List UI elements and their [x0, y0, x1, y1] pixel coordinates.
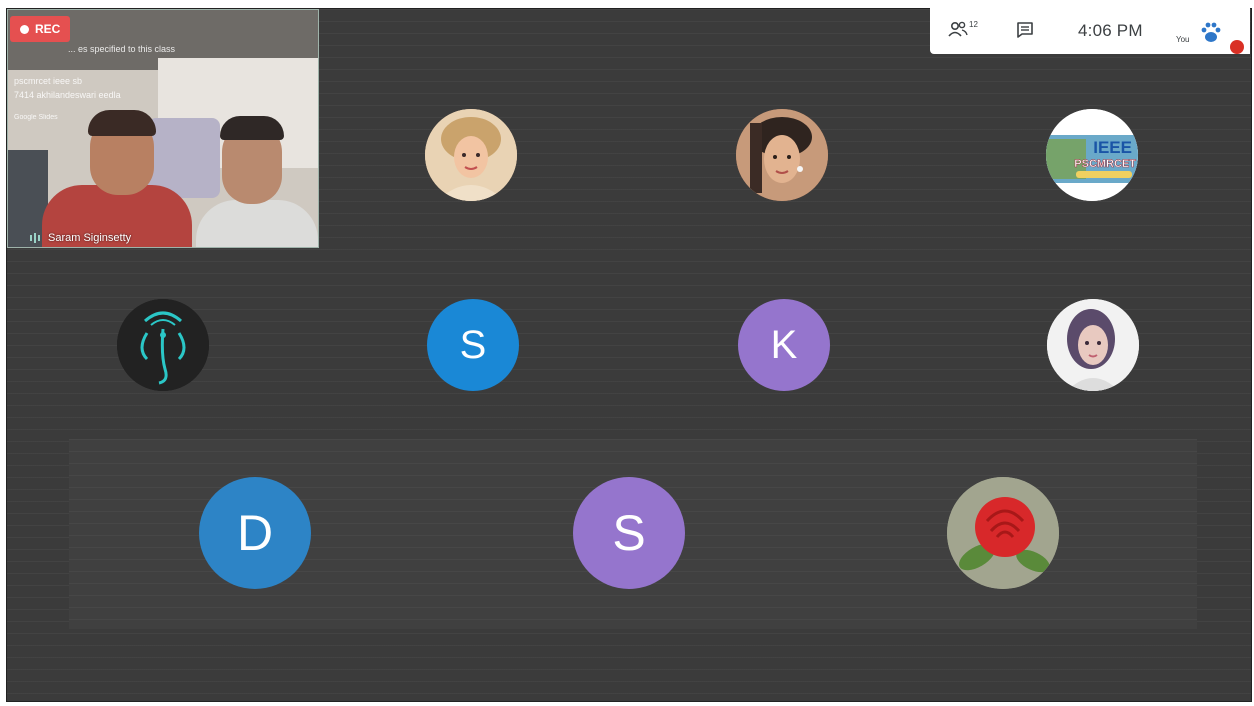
participant-avatar-2[interactable]: [736, 109, 828, 201]
mic-activity-icon: [30, 233, 40, 243]
recording-label: REC: [35, 22, 61, 36]
meeting-clock: 4:06 PM: [1078, 21, 1143, 40]
chat-icon: [1017, 22, 1033, 38]
people-count: 12: [969, 20, 978, 29]
participant-avatar-4[interactable]: [117, 299, 209, 391]
avatar-initial: D: [236, 505, 274, 561]
participant-avatar-9[interactable]: S: [573, 477, 685, 589]
ganesha-art: [117, 299, 209, 391]
video-overlay-text: ... es specified to this class: [68, 44, 176, 54]
top-bar: 12 4:06 PM You: [930, 8, 1250, 54]
you-label: You: [1176, 35, 1190, 44]
video-person-hair: [88, 110, 156, 136]
participant-avatar-6[interactable]: K: [738, 299, 830, 391]
recording-badge: REC: [10, 16, 71, 42]
video-overlay-text: 7414 akhilandeswari eedla: [14, 90, 121, 100]
profile-photo-woman: [425, 109, 517, 201]
profile-photo-woman: [1047, 299, 1139, 391]
avatar-initial: S: [612, 505, 646, 561]
video-person-body: [196, 200, 318, 247]
ieee-logo: IEEE PSCMRCET: [1046, 109, 1138, 201]
video-person-hair: [220, 116, 284, 140]
video-overlay-text: pscmrcet ieee sb: [14, 76, 83, 86]
self-video-tile[interactable]: ... es specified to this class pscmrcet …: [8, 10, 318, 247]
svg-text:PSCMRCET: PSCMRCET: [1074, 158, 1136, 170]
paw-print-icon: [1197, 19, 1225, 47]
participant-name: Saram Siginsetty: [48, 232, 132, 244]
participant-avatar-10[interactable]: [947, 477, 1059, 589]
avatar-initial: K: [770, 322, 798, 367]
profile-photo-woman: [736, 109, 828, 201]
participant-name-label: Saram Siginsetty: [30, 232, 131, 244]
mic-off-icon: [1230, 40, 1244, 54]
rose-flower: [947, 477, 1059, 589]
participant-avatar-8[interactable]: D: [199, 477, 311, 589]
participant-avatar-1[interactable]: [425, 109, 517, 201]
participant-avatar-7[interactable]: [1047, 299, 1139, 391]
participant-avatar-5[interactable]: S: [427, 299, 519, 391]
avatar-initial: S: [459, 322, 487, 367]
video-overlay-text: Google Slides: [14, 114, 58, 121]
people-icon: [948, 21, 968, 37]
chat-button[interactable]: [1016, 21, 1034, 44]
record-dot-icon: [20, 24, 29, 34]
svg-text:IEEE: IEEE: [1093, 138, 1132, 157]
self-avatar[interactable]: [1196, 18, 1226, 48]
participant-avatar-3[interactable]: IEEE PSCMRCET: [1046, 109, 1138, 201]
people-button[interactable]: 12: [948, 20, 978, 38]
